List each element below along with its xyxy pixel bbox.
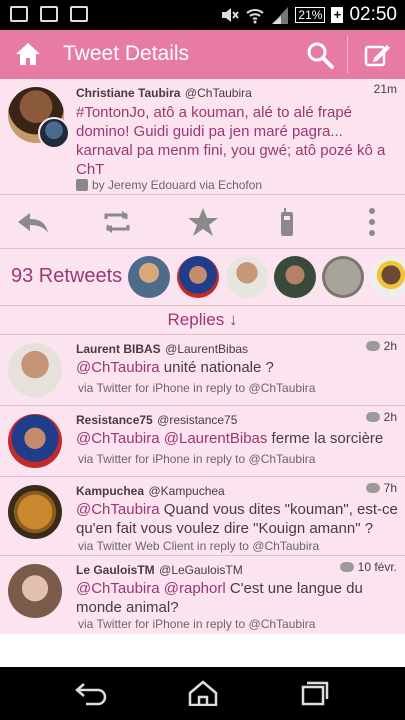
search-icon[interactable] [306, 41, 334, 69]
divider [347, 36, 348, 73]
list-end [0, 634, 405, 667]
back-icon[interactable] [74, 680, 108, 706]
tweet-text: #TontonJo, atô a kouman, alé to alé frap… [76, 104, 386, 178]
reply-item[interactable]: Laurent BIBAS @LaurentBibas 2h @ChTaubir… [0, 335, 405, 405]
tweet-body: ferme la sorcière [267, 430, 384, 447]
navigation-bar [0, 667, 405, 720]
tweet-text: @ChTaubira Quand vous dites "kouman", es… [76, 500, 400, 538]
tweet-actions [0, 195, 405, 248]
tweet-text: @ChTaubira @LaurentBibas ferme la sorciè… [76, 429, 400, 448]
tweet-time: 7h [383, 481, 397, 495]
battery-icon: + [331, 7, 344, 23]
retweeter-avatar[interactable] [274, 256, 316, 298]
author-handle: @LeGauloisTM [159, 563, 243, 577]
mute-icon [222, 8, 240, 22]
chat-icon [70, 6, 88, 22]
clock: 02:50 [349, 4, 397, 25]
tweet-body: unité nationale ? [159, 359, 274, 376]
author-handle: @ChTaubira [184, 86, 252, 100]
retweet-count[interactable]: 93 Retweets [11, 265, 122, 288]
author-name[interactable]: Resistance75 [76, 413, 153, 427]
gmail-icon [40, 6, 58, 22]
avatar[interactable] [8, 485, 62, 539]
retweeter-avatar[interactable] [370, 256, 405, 298]
reply-item[interactable]: Le GauloisTM @LeGauloisTM 10 févr. @ChTa… [0, 556, 405, 634]
main-tweet[interactable]: Christiane Taubira @ChTaubira 21m #Tonto… [0, 79, 405, 194]
tweet-time: 2h [383, 410, 397, 424]
signal-icon [272, 7, 289, 24]
mention[interactable]: @ChTaubira @raphorl [76, 580, 226, 597]
status-bar: 21% + 02:50 [0, 0, 405, 30]
avatar[interactable] [8, 343, 62, 397]
author-name[interactable]: Christiane Taubira [76, 86, 180, 100]
avatar[interactable] [8, 414, 62, 468]
conversation-icon [365, 483, 380, 493]
tweet-via: by Jeremy Edouard via Echofon [76, 178, 262, 192]
via-text: via Twitter for iPhone in reply to @ChTa… [78, 381, 316, 395]
tweet-text: @ChTaubira unité nationale ? [76, 358, 400, 377]
action-bar: Tweet Details [0, 30, 405, 79]
retweet-icon[interactable] [100, 207, 134, 237]
tweet-text: @ChTaubira @raphorl C'est une langue du … [76, 579, 400, 617]
via-text: by Jeremy Edouard via Echofon [92, 178, 263, 192]
author-name[interactable]: Le GauloisTM [76, 563, 155, 577]
tweet-time: 21m [373, 82, 397, 96]
reply-item[interactable]: Kampuchea @Kampuchea 7h @ChTaubira Quand… [0, 477, 405, 555]
conversation-icon [365, 412, 380, 422]
author-name[interactable]: Laurent BIBAS [76, 342, 161, 356]
mention[interactable]: @ChTaubira @LaurentBibas [76, 430, 267, 447]
retweeter-avatar[interactable] [322, 256, 364, 298]
retweeter-avatar[interactable] [38, 117, 70, 149]
compose-icon[interactable] [363, 41, 391, 69]
author-handle: @resistance75 [157, 413, 238, 427]
author-name[interactable]: Kampuchea [76, 484, 144, 498]
author-handle: @LaurentBibas [165, 342, 249, 356]
wifi-icon [246, 9, 265, 24]
mention[interactable]: @ChTaubira [76, 501, 160, 518]
page-title: Tweet Details [63, 42, 190, 65]
image-icon [10, 6, 28, 22]
retweets-row[interactable]: 93 Retweets [0, 249, 405, 305]
tweet-details: Christiane Taubira @ChTaubira 21m #Tonto… [0, 79, 405, 667]
home-icon[interactable] [14, 40, 42, 68]
conversation-icon [339, 562, 354, 572]
avatar[interactable] [8, 564, 62, 618]
share-icon[interactable] [270, 207, 304, 237]
favorite-icon[interactable] [186, 207, 220, 237]
reply-item[interactable]: Resistance75 @resistance75 2h @ChTaubira… [0, 406, 405, 476]
mention[interactable]: @ChTaubira [76, 359, 160, 376]
home-icon[interactable] [186, 680, 220, 706]
via-text: via Twitter Web Client in reply to @ChTa… [78, 539, 320, 553]
replies-header[interactable]: Replies ↓ [0, 306, 405, 334]
battery-percent: 21% [295, 7, 326, 23]
via-text: via Twitter for iPhone in reply to @ChTa… [78, 617, 316, 631]
retweeter-avatar[interactable] [128, 256, 170, 298]
retweet-by-icon [76, 179, 88, 191]
retweeter-avatar[interactable] [226, 256, 268, 298]
tweet-time: 10 févr. [357, 560, 397, 574]
author-handle: @Kampuchea [148, 484, 225, 498]
retweeter-avatar[interactable] [177, 256, 219, 298]
more-icon[interactable] [355, 207, 389, 237]
conversation-icon [365, 341, 380, 351]
tweet-time: 2h [383, 339, 397, 353]
recent-apps-icon[interactable] [298, 680, 332, 706]
via-text: via Twitter for iPhone in reply to @ChTa… [78, 452, 316, 466]
reply-icon[interactable] [16, 207, 50, 237]
